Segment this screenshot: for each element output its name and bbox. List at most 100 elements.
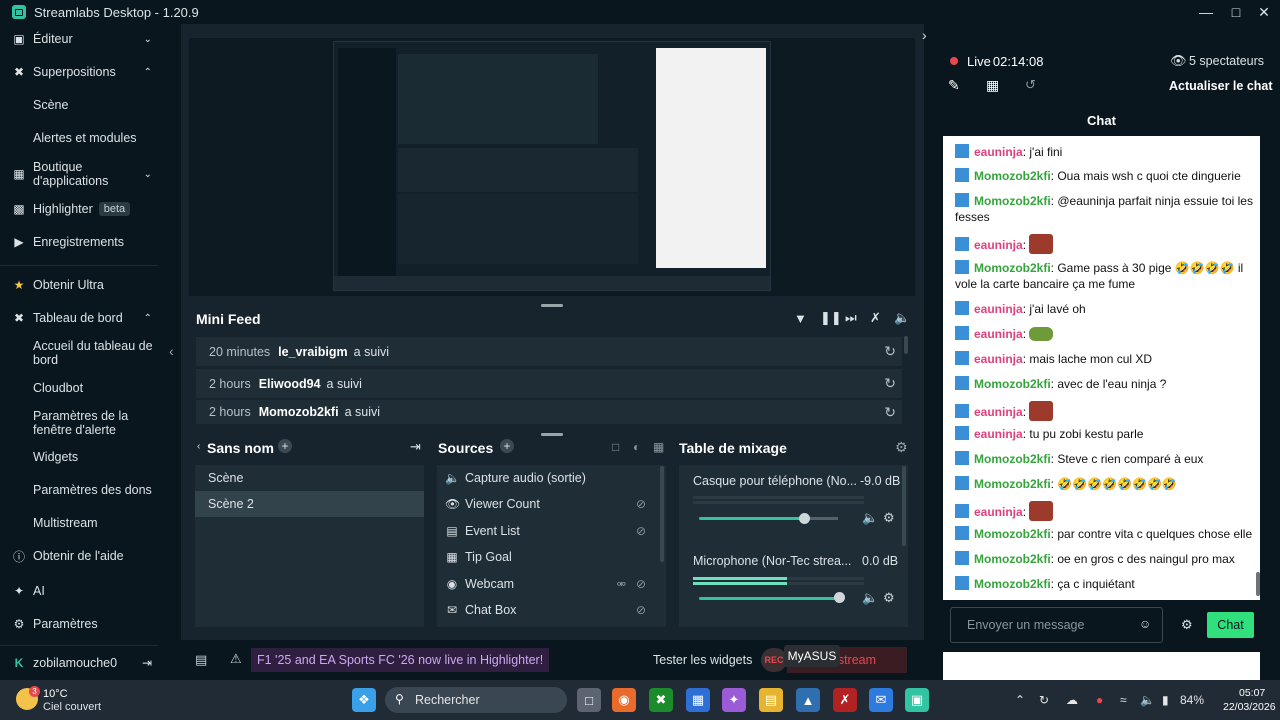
chevron-right-icon[interactable]: ›: [922, 27, 927, 43]
stats-icon[interactable]: ▤: [195, 652, 207, 668]
scene-transitions-icon[interactable]: ⇥: [410, 439, 421, 455]
streamlabs-taskbar-icon[interactable]: ▣: [905, 688, 929, 712]
mute-notifications-icon[interactable]: ✗: [870, 310, 881, 326]
gear-icon[interactable]: ⚙: [883, 510, 895, 526]
minimize-icon[interactable]: —: [1192, 0, 1220, 24]
resize-handle[interactable]: [541, 433, 563, 436]
add-folder-icon[interactable]: ▦: [653, 440, 664, 454]
replay-icon[interactable]: ↻: [884, 375, 896, 392]
mixer-scrollbar[interactable]: [902, 466, 906, 546]
gear-icon: ⚙: [13, 617, 25, 631]
emoji-icon[interactable]: ☺: [1139, 617, 1151, 631]
store-icon[interactable]: ▦: [986, 77, 999, 94]
source-item[interactable]: 👁 Viewer Count ⊘: [437, 491, 666, 517]
add-scene-button[interactable]: +: [278, 439, 292, 453]
replay-icon[interactable]: ↻: [884, 404, 896, 421]
source-item[interactable]: ▦ Tip Goal: [437, 544, 666, 570]
resize-handle[interactable]: [541, 304, 563, 307]
wifi-icon[interactable]: ≈: [1120, 693, 1127, 707]
lock-icon[interactable]: ⚮: [617, 578, 626, 591]
sidebar-item-boutique[interactable]: ▦ Boutique d'applications ⌄: [0, 159, 160, 189]
add-source-button[interactable]: +: [500, 439, 514, 453]
scene-item-selected[interactable]: Scène 2: [195, 491, 424, 517]
taskbar-search[interactable]: ⚲ Rechercher: [385, 687, 567, 713]
source-item[interactable]: ✉ Chat Box ⊘: [437, 597, 666, 623]
user-account[interactable]: K zobilamouche0 ⇥: [0, 655, 160, 671]
sidebar-item-tableau-de-bord[interactable]: ✖ Tableau de bord ⌃: [0, 310, 160, 326]
collapse-sidebar-icon[interactable]: ‹: [169, 343, 174, 359]
sidebar-item-cloudbot[interactable]: Cloudbot: [33, 381, 153, 395]
chevron-up-icon[interactable]: ⌃: [1015, 693, 1025, 707]
volume-slider-knob[interactable]: [799, 513, 810, 524]
volume-slider-knob[interactable]: [834, 592, 845, 603]
feed-scrollbar[interactable]: [904, 336, 908, 354]
source-icon-2[interactable]: ◐: [633, 440, 640, 454]
gear-icon[interactable]: ⚙: [1181, 617, 1193, 633]
volume-slider[interactable]: [699, 517, 804, 520]
gear-icon[interactable]: ⚙: [883, 590, 895, 606]
share-icon[interactable]: ↺: [1025, 77, 1036, 93]
volume-icon[interactable]: 🔈: [862, 510, 878, 526]
sidebar-item-multistream[interactable]: Multistream: [33, 516, 153, 530]
firefox-icon[interactable]: ◉: [612, 688, 636, 712]
source-item[interactable]: ◉ Webcam ⚮ ⊘: [437, 571, 666, 597]
scene-item[interactable]: Scène: [195, 465, 424, 491]
volume-icon[interactable]: 🔈: [862, 590, 878, 606]
sidebar-item-ultra[interactable]: ★ Obtenir Ultra: [0, 277, 160, 293]
notification-banner[interactable]: F1 '25 and EA Sports FC '26 now live in …: [251, 648, 550, 672]
store-icon[interactable]: ▦: [686, 688, 710, 712]
file-explorer-icon[interactable]: ▤: [759, 688, 783, 712]
eye-off-icon[interactable]: ⊘: [636, 577, 646, 591]
sidebar-item-parametres[interactable]: ⚙ Paramètres: [0, 616, 160, 632]
windows-start-icon[interactable]: ❖: [352, 688, 376, 712]
mcafee-icon[interactable]: ✗: [833, 688, 857, 712]
test-widgets-button[interactable]: Tester les widgets: [653, 653, 752, 667]
sidebar-item-ai[interactable]: ✦ AI: [0, 583, 160, 599]
volume-icon[interactable]: 🔈: [894, 310, 910, 326]
refresh-chat-button[interactable]: Actualiser le chat: [1169, 79, 1273, 93]
source-item[interactable]: ▤ Event List ⊘: [437, 518, 666, 544]
mic-icon[interactable]: ●: [1096, 693, 1103, 707]
volume-icon[interactable]: 🔈: [1140, 693, 1155, 707]
sidebar-item-alertes[interactable]: Alertes et modules: [33, 131, 153, 145]
sidebar-item-alert-window[interactable]: Paramètres de la fenêtre d'alerte: [33, 409, 153, 437]
sidebar-item-accueil[interactable]: Accueil du tableau de bord: [33, 339, 153, 367]
chat-input[interactable]: Envoyer un message: [950, 607, 1163, 643]
replay-icon[interactable]: ↻: [884, 343, 896, 360]
filter-icon[interactable]: ▼: [794, 311, 807, 326]
sidebar-item-aide[interactable]: ⓘ Obtenir de l'aide: [0, 548, 160, 564]
mail-icon[interactable]: ✉: [869, 688, 893, 712]
sync-icon[interactable]: ↻: [1039, 693, 1049, 707]
chevron-left-icon[interactable]: ‹: [197, 441, 200, 452]
volume-slider[interactable]: [699, 597, 839, 600]
sources-scrollbar[interactable]: [660, 466, 664, 562]
source-icon-1[interactable]: □: [612, 440, 619, 454]
edit-icon[interactable]: ✎: [948, 77, 960, 94]
eye-off-icon[interactable]: ⊘: [636, 524, 646, 538]
close-icon[interactable]: ✕: [1250, 0, 1278, 24]
sidebar-item-scene[interactable]: Scène: [33, 98, 153, 112]
sidebar-item-dons[interactable]: Paramètres des dons: [33, 483, 153, 497]
xbox-icon[interactable]: ✖: [649, 688, 673, 712]
skip-icon[interactable]: ⏭: [845, 310, 857, 326]
myasus-icon[interactable]: ▲: [796, 688, 820, 712]
pause-icon[interactable]: ❚❚: [820, 310, 842, 326]
eye-off-icon[interactable]: ⊘: [636, 603, 646, 617]
source-item[interactable]: 🔈 Capture audio (sortie): [437, 465, 666, 491]
logout-icon[interactable]: ⇥: [142, 656, 152, 670]
eye-off-icon[interactable]: ⊘: [636, 497, 646, 511]
sidebar-item-highlighter[interactable]: ▩ Highlighter beta: [0, 200, 160, 218]
copilot-icon[interactable]: ✦: [722, 688, 746, 712]
maximize-icon[interactable]: □: [1222, 0, 1250, 24]
bell-icon[interactable]: ⚠: [230, 651, 242, 667]
battery-icon[interactable]: ▮: [1162, 693, 1169, 707]
sidebar-item-enregistrements[interactable]: ▶ Enregistrements: [0, 234, 160, 250]
sidebar-item-widgets[interactable]: Widgets: [33, 450, 153, 464]
gear-icon[interactable]: ⚙: [895, 439, 908, 456]
sidebar-item-superpositions[interactable]: ✖ Superpositions ⌃: [0, 64, 160, 80]
sidebar-item-editeur[interactable]: ▣ Éditeur ⌄: [0, 31, 160, 47]
cloud-icon[interactable]: ☁: [1066, 693, 1078, 707]
chat-send-button[interactable]: Chat: [1207, 612, 1254, 638]
chat-scrollbar[interactable]: [1256, 572, 1260, 596]
task-view-icon[interactable]: □: [577, 688, 601, 712]
